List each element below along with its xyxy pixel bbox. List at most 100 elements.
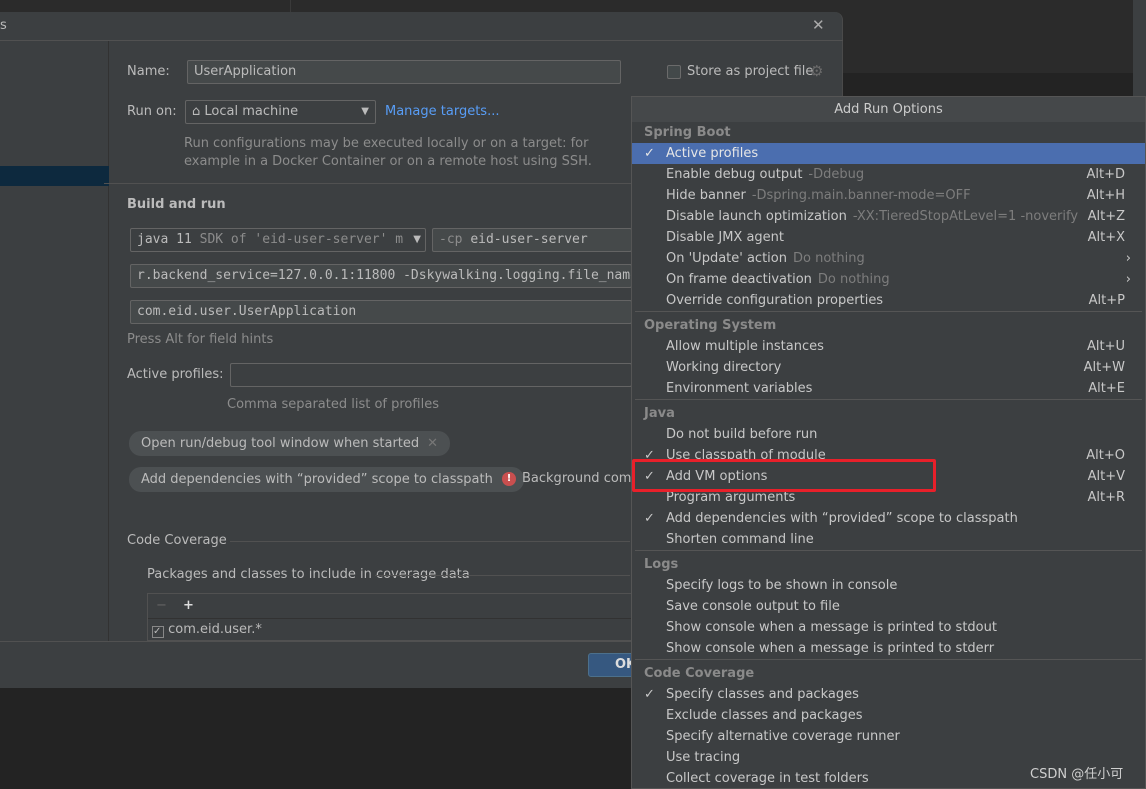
add-run-options-popup: Add Run Options Spring Boot ✓ Active profi… <box>631 96 1146 789</box>
separator <box>375 575 630 576</box>
menu-item-label: Specify classes and packages <box>666 687 859 702</box>
menu-item[interactable]: Specify logs to be shown in console <box>632 575 1145 596</box>
run-on-label: Run on: <box>127 104 177 119</box>
name-input[interactable]: UserApplication <box>187 60 621 84</box>
run-on-dropdown[interactable]: ⌂ Local machine ▼ <box>185 100 376 124</box>
menu-item-label: Override configuration properties <box>666 293 884 308</box>
menu-item-shortcut: Alt+H <box>1086 188 1125 203</box>
menu-item[interactable]: Working directory Alt+W <box>632 357 1145 378</box>
menu-item[interactable]: Allow multiple instances Alt+U <box>632 336 1145 357</box>
gear-icon[interactable]: ⚙ <box>810 62 823 80</box>
menu-item[interactable]: On frame deactivation Do nothing › <box>632 269 1145 290</box>
group-header: Code Coverage <box>644 666 755 681</box>
menu-item-label: On 'Update' action <box>666 251 787 266</box>
popup-title: Add Run Options <box>632 97 1145 122</box>
remove-icon[interactable]: − <box>156 598 167 613</box>
menu-item-shortcut: Alt+R <box>1087 490 1125 505</box>
menu-item-shortcut: Alt+W <box>1083 360 1125 375</box>
menu-item-label: Add dependencies with “provided” scope t… <box>666 511 1018 526</box>
menu-item[interactable]: Do not build before run <box>632 424 1145 445</box>
separator <box>230 541 630 542</box>
selected-configuration[interactable] <box>0 166 109 186</box>
option-chip[interactable]: Open run/debug tool window when started ✕ <box>129 431 451 456</box>
group-header: Logs <box>644 557 679 572</box>
run-on-hint: Run configurations may be executed local… <box>184 136 589 151</box>
menu-item-shortcut: Alt+V <box>1087 469 1125 484</box>
ide-side-strip <box>1133 0 1146 96</box>
checkbox-checked[interactable]: ✓ <box>152 626 164 638</box>
menu-item[interactable]: ✓ Active profiles <box>632 143 1145 164</box>
menu-item[interactable]: Save console output to file <box>632 596 1145 617</box>
jdk-value: java 11 <box>137 232 192 247</box>
menu-item-label: Allow multiple instances <box>666 339 824 354</box>
vm-options-field[interactable]: r.backend_service=127.0.0.1:11800 -Dskyw… <box>130 264 632 288</box>
menu-item[interactable]: Specify alternative coverage runner <box>632 726 1145 747</box>
classpath-module-field[interactable]: -cp eid-user-server <box>432 228 632 252</box>
group-header: Spring Boot <box>644 125 731 140</box>
menu-item[interactable]: Exclude classes and packages <box>632 705 1145 726</box>
build-and-run-heading: Build and run <box>127 197 226 212</box>
menu-item-label: On frame deactivation <box>666 272 812 287</box>
remove-icon[interactable]: ✕ <box>427 436 438 451</box>
store-checkbox[interactable] <box>667 65 681 79</box>
menu-item-label: Show console when a message is printed t… <box>666 620 997 635</box>
coverage-pattern: com.eid.user.* <box>168 622 262 637</box>
menu-item-shortcut: Alt+E <box>1088 381 1125 396</box>
menu-item[interactable]: Show console when a message is printed t… <box>632 617 1145 638</box>
add-icon[interactable]: + <box>183 598 194 613</box>
menu-item-hint: -XX:TieredStopAtLevel=1 -noverify <box>852 209 1079 224</box>
code-coverage-heading: Code Coverage <box>127 533 227 548</box>
home-icon: ⌂ <box>192 104 201 119</box>
chevron-down-icon: ▼ <box>409 229 421 251</box>
separator <box>104 183 631 184</box>
main-class-field[interactable]: com.eid.user.UserApplication <box>130 300 632 324</box>
menu-item-label: Disable JMX agent <box>666 230 784 245</box>
menu-item-shortcut: Alt+Z <box>1087 209 1125 224</box>
manage-targets-link[interactable]: Manage targets... <box>385 104 499 119</box>
menu-item[interactable]: Hide banner -Dspring.main.banner-mode=OFF… <box>632 185 1145 206</box>
coverage-table: − + ✓ com.eid.user.* <box>147 593 632 641</box>
menu-item-label: Hide banner <box>666 188 746 203</box>
menu-item[interactable]: Environment variables Alt+E <box>632 378 1145 399</box>
error-text: Background comp <box>522 471 640 486</box>
menu-item[interactable]: Override configuration properties Alt+P <box>632 290 1145 311</box>
store-label[interactable]: Store as project file <box>687 64 813 79</box>
menu-item-label: Save console output to file <box>666 599 840 614</box>
table-row[interactable]: ✓ com.eid.user.* <box>148 619 632 641</box>
name-label: Name: <box>127 64 170 79</box>
menu-item-label: Specify alternative coverage runner <box>666 729 900 744</box>
table-toolbar: − + <box>148 594 632 619</box>
menu-item-label: Active profiles <box>666 146 759 161</box>
profiles-hint: Comma separated list of profiles <box>227 397 439 412</box>
dialog-title: s <box>0 18 7 33</box>
active-profiles-input[interactable] <box>230 363 632 387</box>
chip-label: Open run/debug tool window when started <box>141 436 420 451</box>
menu-item[interactable]: Disable JMX agent Alt+X <box>632 227 1145 248</box>
active-profiles-label: Active profiles: <box>127 367 224 382</box>
menu-item-shortcut: Alt+U <box>1086 339 1125 354</box>
run-on-hint: example in a Docker Container or on a re… <box>184 154 592 169</box>
menu-item-shortcut: Alt+X <box>1087 230 1125 245</box>
jdk-dropdown[interactable]: java 11 SDK of 'eid-user-server' m ▼ <box>130 228 426 252</box>
menu-item[interactable]: On 'Update' action Do nothing › <box>632 248 1145 269</box>
jdk-hint: SDK of 'eid-user-server' m <box>199 232 404 247</box>
menu-item[interactable]: Shorten command line <box>632 529 1145 550</box>
menu-item-hint: Do nothing <box>817 272 890 287</box>
menu-item-label: Environment variables <box>666 381 813 396</box>
menu-item-shortcut: Alt+P <box>1088 293 1125 308</box>
configurations-tree[interactable] <box>0 41 109 641</box>
menu-item[interactable]: ✓ Specify classes and packages <box>632 684 1145 705</box>
error-icon: ! <box>502 472 516 486</box>
options-list: Spring Boot ✓ Active profiles Enable debug … <box>632 122 1145 789</box>
close-icon[interactable]: ✕ <box>812 16 825 34</box>
menu-item-label: Disable launch optimization <box>666 209 847 224</box>
menu-item[interactable]: Disable launch optimization -XX:TieredSto… <box>632 206 1145 227</box>
highlight-box <box>632 459 936 492</box>
option-chip[interactable]: Add dependencies with “provided” scope t… <box>129 467 524 492</box>
cp-prefix: -cp <box>439 232 463 247</box>
menu-item[interactable]: ✓ Add dependencies with “provided” scope … <box>632 508 1145 529</box>
checkmark-icon: ✓ <box>644 687 655 702</box>
menu-item[interactable]: Show console when a message is printed t… <box>632 638 1145 659</box>
field-hints-text: Press Alt for field hints <box>127 332 274 347</box>
menu-item[interactable]: Enable debug output -Ddebug Alt+D <box>632 164 1145 185</box>
